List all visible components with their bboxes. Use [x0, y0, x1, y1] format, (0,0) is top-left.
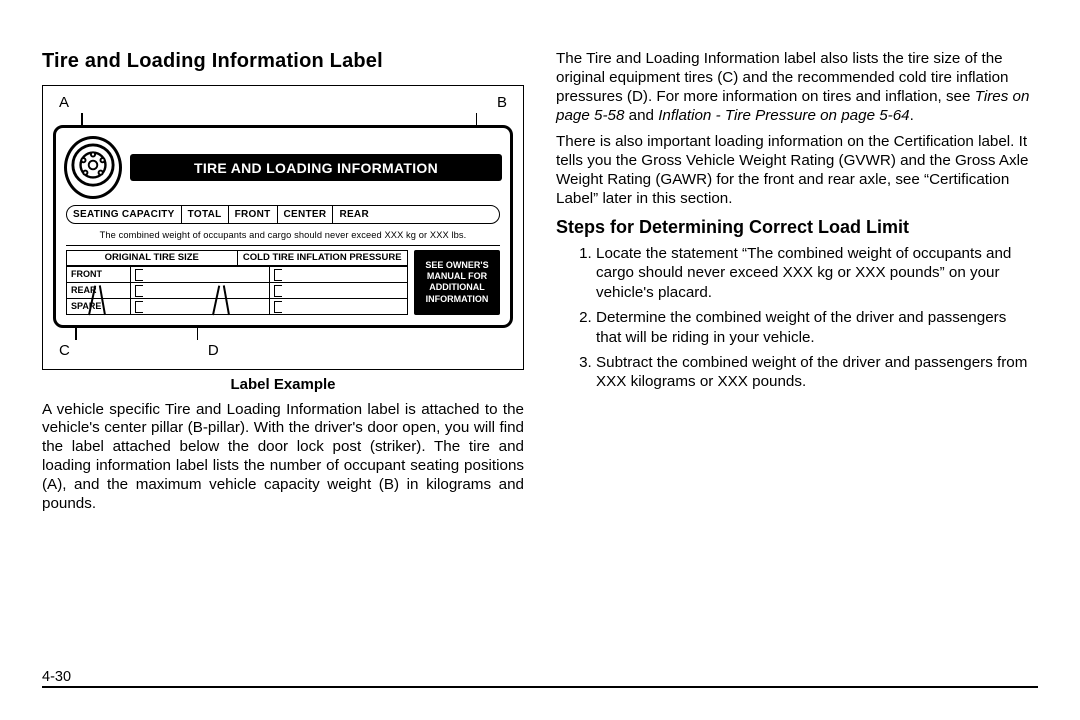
callout-b: B: [497, 94, 507, 111]
right-paragraph-2: There is also important loading informat…: [556, 133, 1038, 208]
seating-label: SEATING CAPACITY: [67, 206, 182, 223]
callout-d: D: [208, 342, 219, 359]
placard-banner: TIRE AND LOADING INFORMATION: [130, 154, 502, 181]
label-diagram: A B: [42, 85, 524, 370]
footer-rule: [42, 686, 1038, 688]
step-3: Subtract the combined weight of the driv…: [596, 353, 1038, 392]
diagram-caption: Label Example: [42, 376, 524, 393]
seating-capacity-row: SEATING CAPACITY TOTAL FRONT CENTER REAR: [66, 205, 500, 224]
row-front: FRONT: [67, 266, 131, 282]
seating-center: CENTER: [278, 206, 334, 223]
row-spare: SPARE: [67, 298, 131, 314]
step-2: Determine the combined weight of the dri…: [596, 308, 1038, 347]
weight-note: The combined weight of occupants and car…: [66, 224, 500, 246]
seating-total: TOTAL: [182, 206, 229, 223]
page-number: 4-30: [42, 669, 79, 685]
inflation-header: COLD TIRE INFLATION PRESSURE: [238, 251, 408, 266]
steps-heading: Steps for Determining Correct Load Limit: [556, 217, 1038, 238]
tire-size-header: ORIGINAL TIRE SIZE: [67, 251, 238, 266]
ref-inflation: Inflation - Tire Pressure on page 5-64: [658, 107, 909, 124]
right-paragraph-1: The Tire and Loading Information label a…: [556, 50, 1038, 125]
tire-icon: [64, 136, 122, 199]
tire-table: ORIGINAL TIRE SIZE COLD TIRE INFLATION P…: [66, 250, 408, 315]
section-heading: Tire and Loading Information Label: [42, 50, 524, 73]
placard: TIRE AND LOADING INFORMATION SEATING CAP…: [53, 125, 513, 328]
seating-rear: REAR: [333, 206, 375, 223]
owners-manual-box: SEE OWNER'S MANUAL FOR ADDITIONAL INFORM…: [414, 250, 500, 315]
callout-c: C: [59, 342, 70, 359]
callout-a: A: [59, 94, 69, 111]
step-1: Locate the statement “The combined weigh…: [596, 244, 1038, 302]
steps-list: Locate the statement “The combined weigh…: [596, 244, 1038, 392]
left-paragraph-1: A vehicle specific Tire and Loading Info…: [42, 401, 524, 514]
seating-front: FRONT: [229, 206, 278, 223]
